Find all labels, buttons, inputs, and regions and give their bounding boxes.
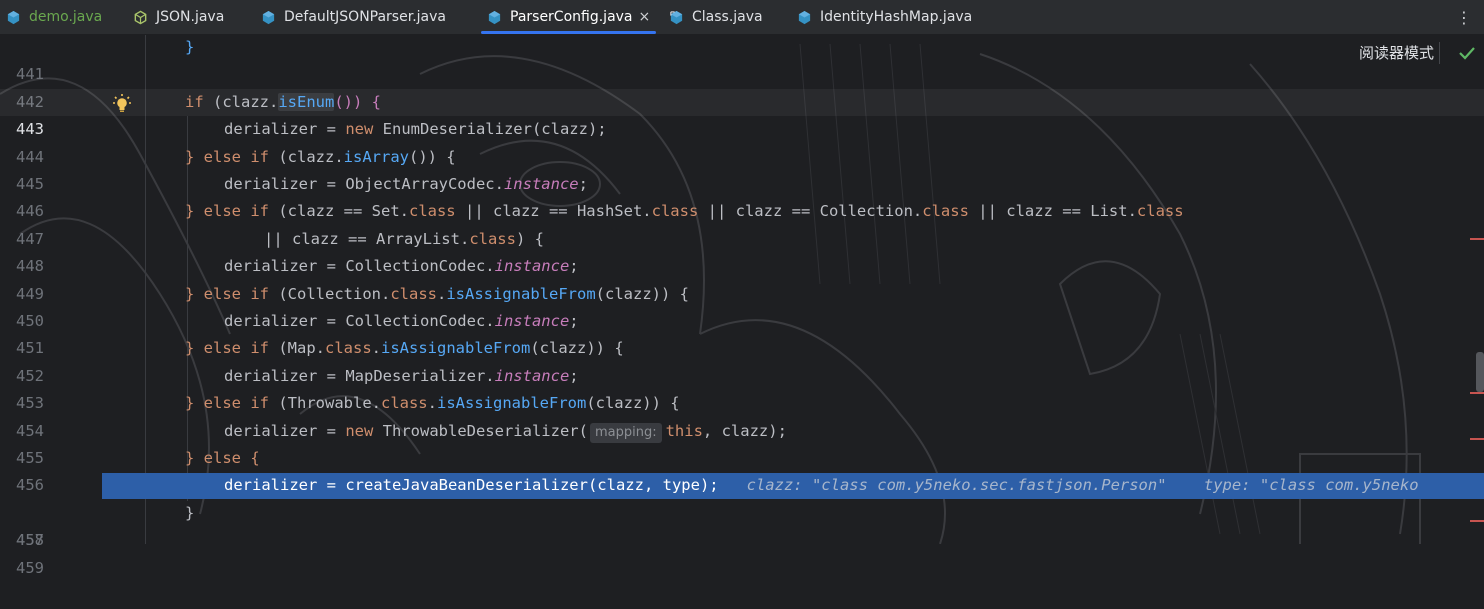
reader-mode-button[interactable]: 阅读器模式 [1359, 42, 1434, 63]
tab-label: IdentityHashMap.java [820, 9, 973, 25]
more-tabs-icon[interactable]: ⋮ [1456, 0, 1472, 34]
line-number: 459 [16, 558, 44, 577]
error-stripe-mark[interactable] [1470, 392, 1484, 394]
tab-json-java[interactable]: JSON.java [133, 0, 224, 34]
no-problems-check-icon[interactable] [1458, 44, 1476, 62]
java-class-icon [262, 10, 275, 24]
tab-demo-java[interactable]: demo.java [6, 0, 102, 34]
java-class-icon [488, 10, 501, 24]
error-stripe-mark[interactable] [1470, 520, 1484, 522]
close-tab-icon[interactable]: × [639, 9, 651, 25]
code-line: 444 derializer = new EnumDeserializer(cl… [0, 116, 1484, 165]
code-line: 446 derializer = ObjectArrayCodec.instan… [0, 171, 1484, 220]
editor-tab-bar: demo.java JSON.java DefaultJSONParser.ja… [0, 0, 1484, 35]
code-line: 454 } else if (Throwable.class.isAssigna… [0, 390, 1484, 439]
parameter-hint: mapping: [589, 422, 662, 443]
code-line: 441 } [0, 34, 1484, 83]
java-class-icon [7, 10, 20, 24]
error-stripe-mark[interactable] [1470, 438, 1484, 440]
java-interface-icon [134, 10, 147, 24]
code-line: 453 derializer = MapDeserializer.instanc… [0, 363, 1484, 412]
java-class-icon [670, 10, 683, 24]
tab-label: Class.java [692, 9, 763, 25]
code-line: 455 derializer = new ThrowableDeserializ… [0, 418, 1484, 467]
code-editor[interactable]: 441 } 442 443 if (clazz.isEnum()) { 444 … [0, 34, 1484, 577]
code-line: 450 } else if (Collection.class.isAssign… [0, 281, 1484, 330]
tab-identityhashmap-java[interactable]: IdentityHashMap.java [797, 0, 972, 34]
java-class-icon [798, 10, 811, 24]
debug-inline-value-type: type: "class com.y5neko [1203, 476, 1419, 495]
code-line: 451 derializer = CollectionCodec.instanc… [0, 308, 1484, 357]
code-line: 447 } else if (clazz == Set.class || cla… [0, 198, 1484, 247]
tab-label: DefaultJSONParser.java [284, 9, 446, 25]
tab-defaultjsonparser-java[interactable]: DefaultJSONParser.java [261, 0, 446, 34]
tab-label: ParserConfig.java [510, 9, 633, 25]
code-line-execution-point: 457 derializer = createJavaBeanDeseriali… [0, 472, 1484, 549]
code-line: 442 [0, 61, 1484, 111]
code-line: 459 [0, 527, 1484, 577]
debug-inline-value-clazz: clazz: "class com.y5neko.sec.fastjson.Pe… [746, 476, 1167, 495]
divider [1439, 42, 1440, 64]
code-line: 449 derializer = CollectionCodec.instanc… [0, 253, 1484, 302]
vertical-scrollbar-thumb[interactable] [1476, 352, 1484, 392]
lightbulb-icon[interactable] [112, 93, 132, 113]
code-line: 452 } else if (Map.class.isAssignableFro… [0, 335, 1484, 384]
error-stripe-mark[interactable] [1470, 238, 1484, 240]
code-line-current: 443 if (clazz.isEnum()) { [0, 88, 1484, 138]
tab-label: JSON.java [156, 9, 225, 25]
code-line: 456 } else { [0, 445, 1484, 494]
tab-parserconfig-java[interactable]: ParserConfig.java × [481, 0, 657, 34]
code-line: 445 } else if (clazz.isArray()) { [0, 144, 1484, 193]
code-line: 448 || clazz == ArrayList.class) { [0, 226, 1484, 275]
code-line: 458 } [0, 500, 1484, 549]
tab-class-java[interactable]: Class.java [669, 0, 763, 34]
tab-label: demo.java [29, 9, 103, 25]
